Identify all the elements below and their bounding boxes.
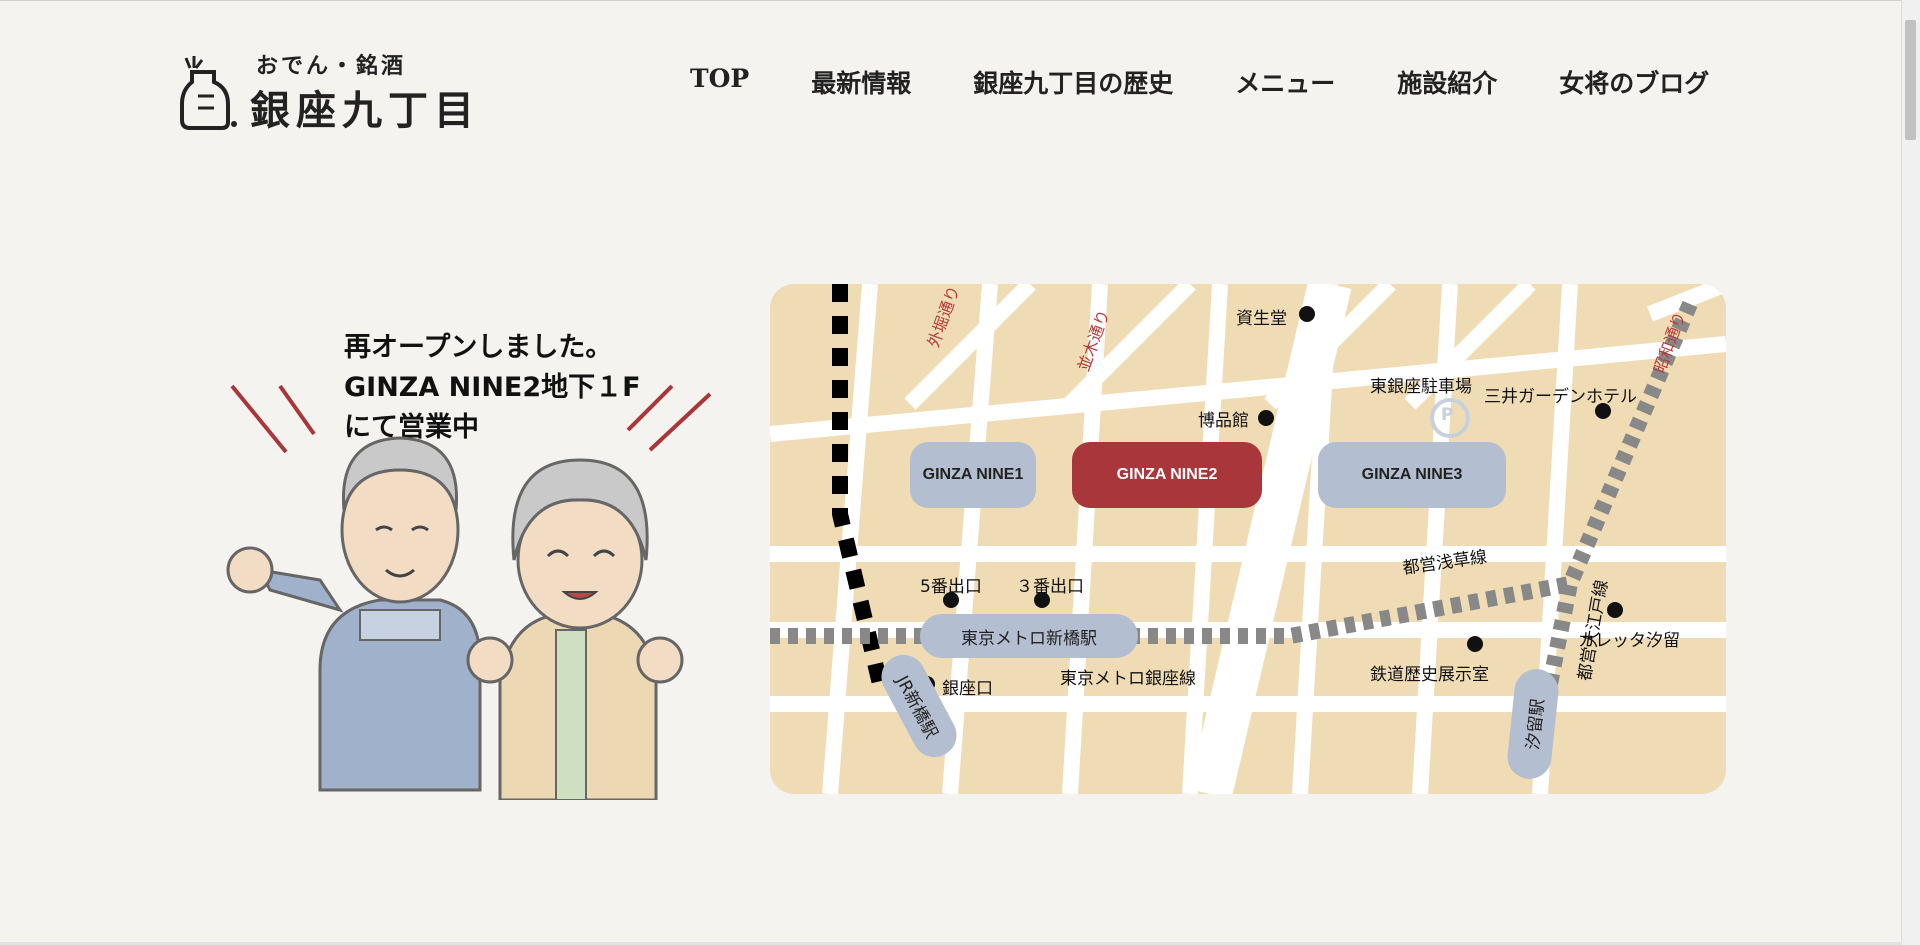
- station-metro-shimbashi: 東京メトロ新橋駅: [920, 614, 1138, 658]
- building-ginza-nine3: GINZA NINE3: [1318, 442, 1506, 508]
- landmark-shiseido: 資生堂: [1236, 309, 1287, 329]
- logo-name: 銀座九丁目: [250, 88, 480, 134]
- top-border: [0, 0, 1902, 1]
- nav-blog[interactable]: 女将のブログ: [1559, 64, 1709, 100]
- scrollbar-thumb[interactable]: [1905, 20, 1916, 140]
- nav-menu[interactable]: メニュー: [1235, 64, 1335, 100]
- access-map: 外堀通り 並木通り 昭和通り 資生堂 博品館 東銀座駐車場 三井ガーデンホテル …: [770, 284, 1726, 794]
- landmark-exit3: ３番出口: [1016, 577, 1084, 597]
- scrollbar[interactable]: [1901, 0, 1920, 945]
- building-ginza-nine1: GINZA NINE1: [910, 442, 1036, 508]
- landmark-mitsui-hotel: 三井ガーデンホテル: [1484, 387, 1637, 407]
- nav-top[interactable]: TOP: [690, 64, 749, 100]
- nav-history[interactable]: 銀座九丁目の歴史: [973, 64, 1173, 100]
- main-nav: TOP 最新情報 銀座九丁目の歴史 メニュー 施設紹介 女将のブログ: [690, 64, 1709, 100]
- landmark-hakuhinkan: 博品館: [1198, 411, 1249, 431]
- building-ginza-nine2: GINZA NINE2: [1072, 442, 1262, 508]
- site-logo[interactable]: おでん・銘酒 銀座九丁目: [172, 48, 512, 134]
- landmark-higashi-parking: 東銀座駐車場: [1370, 377, 1472, 397]
- landmark-exit5: 5番出口: [920, 577, 982, 597]
- nav-news[interactable]: 最新情報: [811, 64, 911, 100]
- parking-icon: P: [1441, 405, 1454, 425]
- elderly-couple-illustration: [226, 384, 712, 800]
- nav-facilities[interactable]: 施設紹介: [1397, 64, 1497, 100]
- logo-tagline: おでん・銘酒: [256, 53, 407, 79]
- sake-bottle-logo-icon: [180, 56, 237, 130]
- line-ginza: 東京メトロ銀座線: [1060, 669, 1196, 689]
- landmark-railway-museum: 鉄道歴史展示室: [1370, 665, 1489, 685]
- announcement-line-1: 再オープンしました。: [344, 332, 613, 363]
- landmark-ginzaguchi: 銀座口: [942, 679, 993, 699]
